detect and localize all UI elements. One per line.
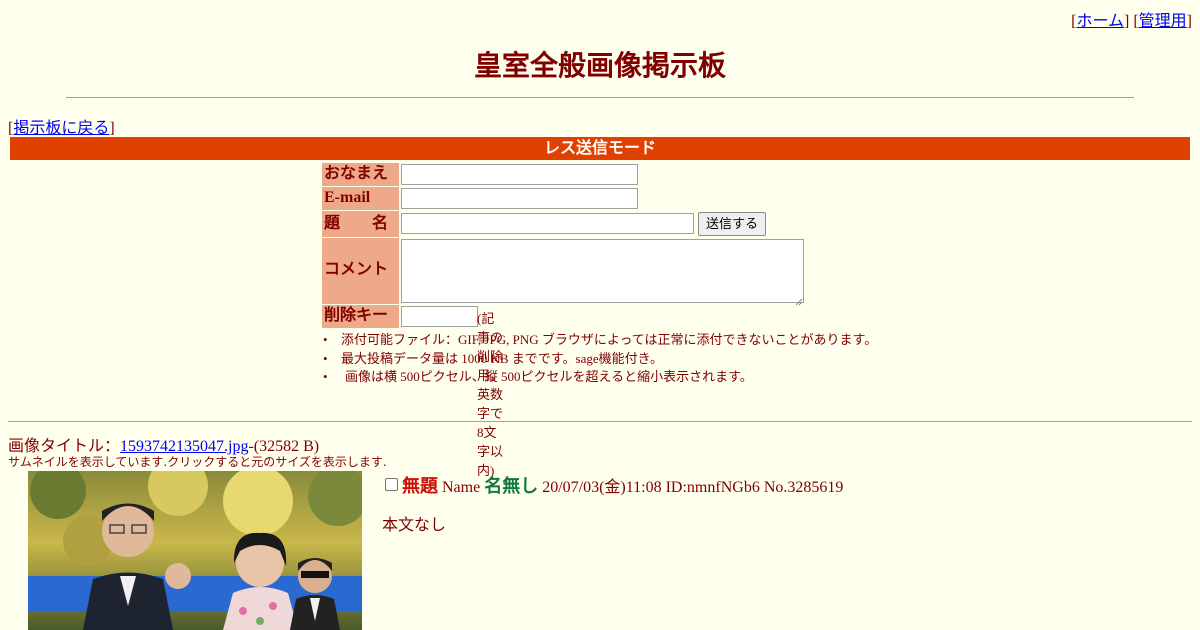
page-title: 皇室全般画像掲示板 [473,51,726,82]
post-subject: 無題 [402,476,438,496]
subject-input[interactable] [401,213,694,234]
comment-label: コメント [322,238,399,304]
submit-button[interactable]: 送信する [698,212,766,236]
posting-notes: • 添付可能ファイル：GIF, JPG, PNG ブラウザによっては正常に添付でき… [322,331,877,387]
name-prefix: Name [442,479,481,496]
list-item: • 画像は横 500ピクセル、縦 500ピクセルを超えると縮小表示されます。 [323,369,753,384]
delkey-input[interactable] [401,306,478,327]
post-name: 名無し [484,476,539,496]
post-body: 本文なし [382,517,447,534]
list-item: • 添付可能ファイル：GIF, JPG, PNG ブラウザによっては正常に添付でき… [323,332,878,347]
admin-link[interactable]: 管理用 [1139,13,1187,30]
post-select-checkbox[interactable] [385,478,398,491]
back-nav: [掲示板に戻る] [8,120,115,137]
home-link[interactable]: ホーム [1076,13,1124,30]
section-divider [8,421,1192,422]
header-divider [66,97,1134,98]
back-to-board-link[interactable]: 掲示板に戻る [13,120,109,137]
email-label: E-mail [322,187,399,210]
thumbnail-note: サムネイルを表示しています.クリックすると元のサイズを表示します. [8,455,387,469]
email-input[interactable] [401,188,638,209]
post-meta: 20/07/03(金)11:08 ID:nmnfNGb6 No.3285619 [542,479,844,496]
subject-label: 題 名 [322,211,399,237]
post-thumbnail[interactable] [28,471,362,630]
reply-mode-bar: レス送信モード [10,137,1190,160]
post-header: 無題 Name 名無し 20/07/03(金)11:08 ID:nmnfNGb6… [385,472,843,498]
comment-textarea[interactable] [401,239,804,303]
list-item: • 最大投稿データ量は 1000 KB までです。sage機能付き。 [323,350,663,366]
name-label: おなまえ [322,163,399,186]
textarea-resize-handle[interactable] [795,293,803,306]
delkey-label: 削除キー [322,305,399,328]
top-links: [ホーム] [管理用] [1071,13,1192,30]
name-input[interactable] [401,164,638,185]
